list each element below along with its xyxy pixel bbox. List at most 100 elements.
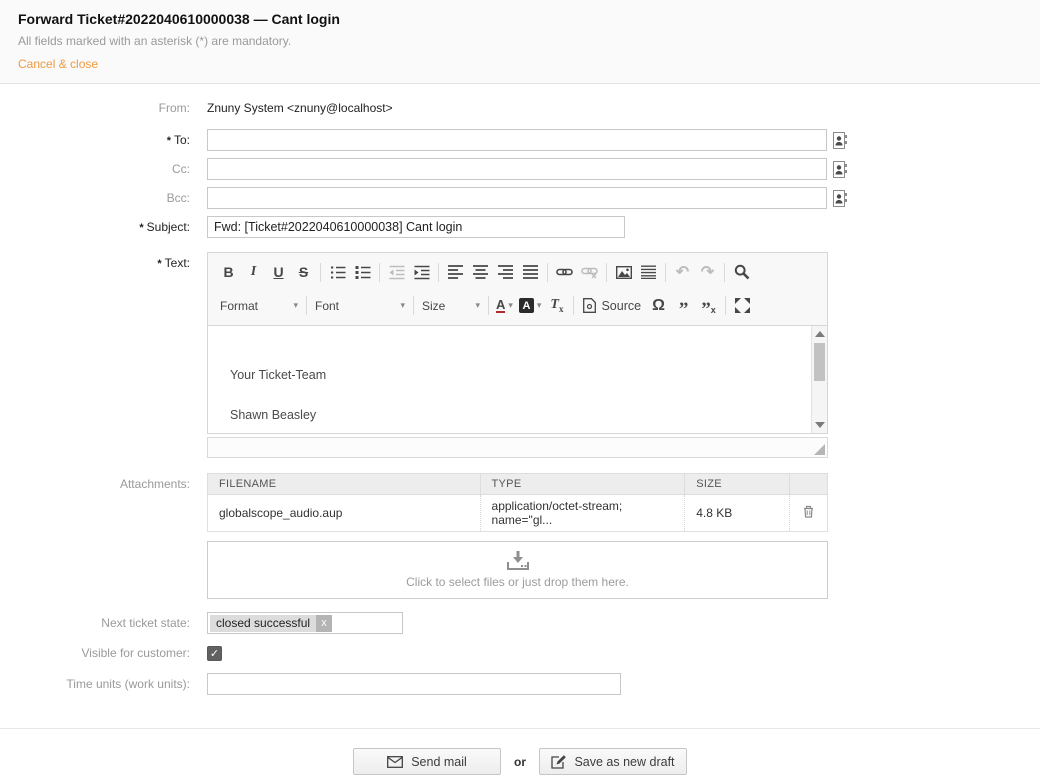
find-replace-icon[interactable] xyxy=(729,260,754,285)
bold-icon[interactable]: B xyxy=(216,260,241,285)
scroll-up-icon[interactable] xyxy=(815,331,825,337)
align-left-icon[interactable] xyxy=(443,260,468,285)
special-character-icon[interactable]: Ω xyxy=(646,293,671,318)
resize-handle-icon[interactable] xyxy=(814,444,825,455)
send-mail-button[interactable]: Send mail xyxy=(353,748,501,775)
horizontal-rule-icon[interactable] xyxy=(636,260,661,285)
attachment-size: 4.8 KB xyxy=(685,495,790,532)
cc-input[interactable] xyxy=(207,158,827,180)
delete-attachment-button[interactable] xyxy=(790,495,828,532)
chevron-down-icon: ▾ xyxy=(508,300,513,311)
increase-indent-icon[interactable] xyxy=(409,260,434,285)
upload-icon xyxy=(505,551,531,571)
address-book-icon[interactable] xyxy=(833,160,848,178)
to-input[interactable] xyxy=(207,129,827,151)
text-color-button[interactable]: A▾ xyxy=(493,293,516,318)
editor-text-line: Your Ticket-Team xyxy=(230,368,827,382)
or-text: or xyxy=(514,755,526,769)
toolbar-separator xyxy=(306,296,307,315)
toolbar-separator xyxy=(725,296,726,315)
subject-label: *Subject: xyxy=(0,216,190,234)
selected-state-tag: closed successful x xyxy=(210,615,332,632)
forward-ticket-dialog: Forward Ticket#2022040610000038 — Cant l… xyxy=(0,0,1040,761)
file-dropzone[interactable]: Click to select files or just drop them … xyxy=(207,541,828,599)
align-right-icon[interactable] xyxy=(493,260,518,285)
toolbar-separator xyxy=(413,296,414,315)
time-units-row: Time units (work units): xyxy=(0,673,1040,695)
attachment-filename: globalscope_audio.aup xyxy=(208,495,481,532)
attachments-label: Attachments: xyxy=(0,473,190,491)
visible-for-customer-label: Visible for customer: xyxy=(0,644,190,660)
remove-tag-icon[interactable]: x xyxy=(316,615,332,632)
next-state-label: Next ticket state: xyxy=(0,612,190,630)
save-as-draft-button[interactable]: Save as new draft xyxy=(539,748,687,775)
required-marker: * xyxy=(139,222,143,234)
format-dropdown[interactable]: Format▾ xyxy=(216,293,302,318)
editor-toolbar: B I U S xyxy=(207,252,828,326)
cancel-and-close-link[interactable]: Cancel & close xyxy=(18,57,98,71)
font-dropdown[interactable]: Font▾ xyxy=(311,293,409,318)
toolbar-separator xyxy=(724,263,725,282)
toolbar-separator xyxy=(438,263,439,282)
time-units-label: Time units (work units): xyxy=(0,673,190,691)
column-header-type: TYPE xyxy=(480,474,685,495)
subject-row: *Subject: xyxy=(0,216,1040,238)
quote-icon[interactable]: ” xyxy=(671,293,696,318)
subject-input[interactable] xyxy=(207,216,625,238)
from-label: From: xyxy=(0,101,190,115)
strikethrough-icon[interactable]: S xyxy=(291,260,316,285)
trash-icon xyxy=(803,505,814,518)
text-label: *Text: xyxy=(0,252,190,270)
bcc-label: Bcc: xyxy=(0,187,190,205)
bcc-input[interactable] xyxy=(207,187,827,209)
remove-quote-icon[interactable]: ”x xyxy=(696,293,721,318)
editor-text-line: Shawn Beasley xyxy=(230,408,827,422)
scrollbar-thumb[interactable] xyxy=(814,343,825,381)
remove-link-icon xyxy=(577,260,602,285)
address-book-icon[interactable] xyxy=(833,189,848,207)
editor-scrollbar[interactable] xyxy=(811,326,827,433)
address-book-icon[interactable] xyxy=(833,131,848,149)
visible-for-customer-checkbox[interactable]: ✓ xyxy=(207,646,222,661)
bcc-row: Bcc: xyxy=(0,187,1040,209)
mandatory-note: All fields marked with an asterisk (*) a… xyxy=(18,34,1022,48)
numbered-list-icon[interactable] xyxy=(325,260,350,285)
background-color-button[interactable]: A▾ xyxy=(516,293,545,318)
remove-format-icon[interactable]: Tx xyxy=(544,293,569,318)
text-color-icon: A xyxy=(496,298,505,313)
source-document-icon xyxy=(583,298,596,313)
required-marker: * xyxy=(157,258,161,270)
italic-icon[interactable]: I xyxy=(241,260,266,285)
rich-text-editor: B I U S xyxy=(207,252,828,434)
align-justify-icon[interactable] xyxy=(518,260,543,285)
chevron-down-icon: ▾ xyxy=(475,300,480,311)
from-value: Znuny System <znuny@localhost> xyxy=(207,101,393,115)
next-state-select[interactable]: closed successful x xyxy=(207,612,403,634)
underline-icon[interactable]: U xyxy=(266,260,291,285)
time-units-input[interactable] xyxy=(207,673,621,695)
toolbar-separator xyxy=(606,263,607,282)
align-center-icon[interactable] xyxy=(468,260,493,285)
envelope-icon xyxy=(387,756,403,768)
redo-icon: ↷ xyxy=(695,260,720,285)
toolbar-separator xyxy=(320,263,321,282)
chevron-down-icon: ▾ xyxy=(400,300,405,311)
size-dropdown[interactable]: Size▾ xyxy=(418,293,484,318)
insert-link-icon[interactable] xyxy=(552,260,577,285)
maximize-icon[interactable] xyxy=(730,293,755,318)
dialog-footer: Send mail or Save as new draft xyxy=(0,729,1040,775)
column-header-filename: FILENAME xyxy=(208,474,481,495)
editor-resize-bar xyxy=(207,437,828,458)
cc-label: Cc: xyxy=(0,158,190,176)
source-button[interactable]: Source xyxy=(578,293,646,318)
dropzone-text: Click to select files or just drop them … xyxy=(406,575,629,589)
chevron-down-icon: ▾ xyxy=(293,300,298,311)
attachment-row: globalscope_audio.aup application/octet-… xyxy=(208,495,828,532)
scroll-down-icon[interactable] xyxy=(815,422,825,428)
editor-body[interactable]: Your Ticket-Team Shawn Beasley xyxy=(207,326,828,434)
attachments-table: FILENAME TYPE SIZE globalscope_audio.aup… xyxy=(207,473,828,532)
insert-image-icon[interactable] xyxy=(611,260,636,285)
bulleted-list-icon[interactable] xyxy=(350,260,375,285)
chevron-down-icon: ▾ xyxy=(537,300,542,311)
column-header-delete xyxy=(790,474,828,495)
